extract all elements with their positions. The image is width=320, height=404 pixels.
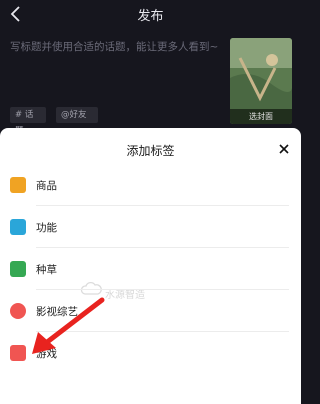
divider	[36, 289, 289, 290]
divider	[36, 247, 289, 248]
gamepad-icon	[10, 345, 26, 361]
add-tag-sheet: 添加标签 水源智造 商品 功能 种草 影视综艺 游戏	[0, 128, 301, 404]
sheet-title: 添加标签	[126, 144, 175, 158]
top-bar: 发布	[0, 0, 301, 28]
tag-option-goods[interactable]: 商品	[0, 166, 301, 206]
annotation-arrow-icon	[32, 297, 105, 354]
link-icon	[10, 219, 26, 235]
tag-option-label: 功能	[36, 222, 57, 234]
tag-option-recommend[interactable]: 种草	[0, 250, 301, 290]
cover-label: 选封面	[230, 109, 292, 124]
divider	[36, 205, 289, 206]
tag-option-function[interactable]: 功能	[0, 208, 301, 248]
sprout-icon	[10, 261, 26, 277]
tag-option-label: 种草	[36, 264, 57, 276]
page-title: 发布	[137, 9, 164, 24]
cover-picker[interactable]: 选封面	[230, 38, 292, 124]
close-icon[interactable]	[277, 142, 291, 156]
mention-friend-chip[interactable]: @好友	[56, 107, 98, 123]
shopping-bag-icon	[10, 177, 26, 193]
topic-chip[interactable]: # 话题	[10, 107, 46, 136]
tag-option-label: 商品	[36, 180, 57, 192]
film-reel-icon	[10, 303, 26, 319]
caption-input[interactable]: 写标题并使用合适的话题，能让更多人看到~	[10, 40, 220, 55]
